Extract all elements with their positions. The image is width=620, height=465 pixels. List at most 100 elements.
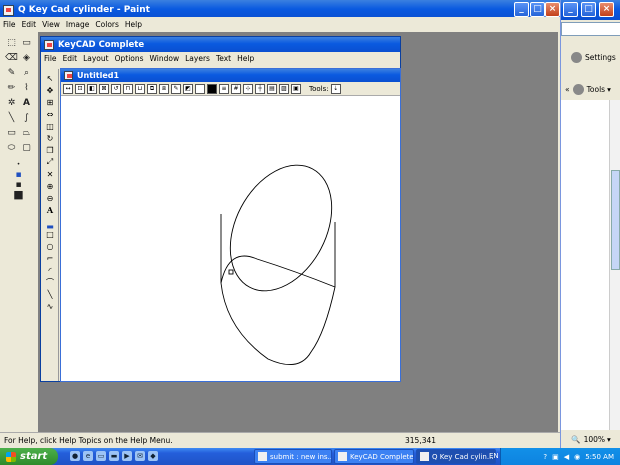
tools-button[interactable]: « Tools ▾ [565,84,611,95]
kc-menu-help[interactable]: Help [234,54,257,63]
text-tool-icon[interactable]: A [19,96,34,109]
drawing-canvas[interactable] [61,97,400,381]
snap-icon[interactable]: ⊹ [243,83,253,94]
language-indicator[interactable]: EN [489,452,499,460]
rectangle-tool-icon[interactable]: ▭ [4,126,19,139]
ie-icon[interactable]: e [83,451,93,461]
kc-menu-window[interactable]: Window [147,54,183,63]
pan-icon[interactable]: ✥ [44,85,56,95]
zoom-previous-icon[interactable]: ◧ [87,83,97,94]
browser-minimize-button[interactable]: _ [563,2,578,17]
volume-icon[interactable]: ◀ [564,453,569,461]
airbrush-icon[interactable]: ✲ [4,96,19,109]
color-picker-icon[interactable]: ✎ [4,66,19,79]
menu-image[interactable]: Image [63,20,93,29]
text-icon[interactable]: A [44,205,56,215]
unlock-icon[interactable]: ⊔ [135,83,145,94]
white-swatch-icon[interactable] [195,83,205,94]
kc-menu-layers[interactable]: Layers [182,54,213,63]
move-icon[interactable]: ⇔ [44,109,56,119]
browser-scrollbar[interactable] [609,100,620,430]
scale-icon[interactable]: ⤢ [44,157,56,167]
line-width-icon[interactable]: ≡ [219,83,229,94]
minimize-button[interactable]: _ [514,2,529,17]
start-button[interactable]: start [0,448,58,465]
fill-color-icon[interactable]: ◩ [183,83,193,94]
zoom-in-icon[interactable]: ⊕ [44,181,56,191]
kc-menu-file[interactable]: File [41,54,60,63]
task-browser[interactable]: submit : new ins... [254,449,332,464]
brush-icon[interactable]: ⌇ [19,81,34,94]
task-paint[interactable]: Q Key Cad cylin... [416,449,496,464]
ungroup-icon[interactable]: ⧈ [159,83,169,94]
security-icon[interactable]: ◉ [574,453,580,461]
polyline-icon[interactable]: ⌐ [44,253,56,263]
maximize-button[interactable]: □ [530,2,545,17]
kc-menu-text[interactable]: Text [213,54,234,63]
curve-icon[interactable]: ⌒ [44,277,56,287]
redraw-icon[interactable]: ↺ [111,83,121,94]
kc-menu-layout[interactable]: Layout [80,54,112,63]
zoom-window-icon[interactable]: ⊡ [75,83,85,94]
ellipse-tool-icon[interactable]: ⬭ [4,141,19,154]
scrollbar-thumb[interactable] [611,170,620,270]
rectangle-icon[interactable]: □ [44,229,56,239]
group-icon[interactable]: ⧉ [147,83,157,94]
delete-icon[interactable]: ✕ [44,169,56,179]
clock[interactable]: 5:50 AM [585,453,614,461]
grid-icon[interactable]: # [231,83,241,94]
line-icon[interactable]: ╲ [44,289,56,299]
curve-tool-icon[interactable]: ∫ [19,111,34,124]
zoom-dropdown-icon[interactable]: ▾ [607,435,611,444]
line-tool-icon[interactable]: ╲ [4,111,19,124]
zoom-out-icon[interactable]: ⊖ [44,193,56,203]
desktop-icon[interactable]: ▭ [96,451,106,461]
menu-edit[interactable]: Edit [19,20,40,29]
kc-menu-options[interactable]: Options [112,54,147,63]
mail-icon[interactable]: ✉ [135,451,145,461]
help-icon[interactable]: ? [543,453,547,461]
layer-icon[interactable]: ▤ [267,83,277,94]
brush-size-large-icon[interactable]: ■ [11,188,26,201]
browser-address-field[interactable] [561,22,620,36]
arc-icon[interactable]: ◜ [44,265,56,275]
zoom-level[interactable]: 100% [584,435,605,444]
browser-close-button[interactable]: × [599,2,614,17]
ortho-icon[interactable]: ┼ [255,83,265,94]
menu-help[interactable]: Help [122,20,145,29]
free-select-icon[interactable]: ⬚ [4,36,19,49]
media-icon[interactable]: ▶ [122,451,132,461]
picture-icon[interactable]: ▣ [291,83,301,94]
settings-button[interactable]: Settings [571,52,616,63]
eraser-icon[interactable]: ⌫ [4,51,19,64]
rotate-icon[interactable]: ↻ [44,133,56,143]
mirror-icon[interactable]: ◫ [44,121,56,131]
pointer-icon[interactable]: ↖ [44,73,56,83]
network-icon[interactable]: ▣ [552,453,559,461]
tools-dropdown-icon[interactable]: ⇣ [330,83,341,94]
node-edit-icon[interactable]: ⊞ [44,97,56,107]
rect-select-icon[interactable]: ▭ [19,36,34,49]
copy-icon[interactable]: ❐ [44,145,56,155]
lock-icon[interactable]: ⊓ [123,83,133,94]
black-swatch-icon[interactable] [207,83,217,94]
app-icon[interactable]: ◆ [148,451,158,461]
document-title-bar[interactable]: Untitled1 [61,69,400,82]
browser-maximize-button[interactable]: □ [581,2,596,17]
kc-menu-edit[interactable]: Edit [60,54,81,63]
firefox-icon[interactable]: ● [70,451,80,461]
hatch-icon[interactable]: ▨ [279,83,289,94]
zoom-all-icon[interactable]: ⊠ [99,83,109,94]
close-button[interactable]: × [545,2,560,17]
folder-icon[interactable]: ▬ [109,451,119,461]
circle-icon[interactable]: ○ [44,241,56,251]
browser-title-bar[interactable]: _ □ × [561,0,620,20]
menu-file[interactable]: File [0,20,19,29]
menu-colors[interactable]: Colors [92,20,122,29]
menu-view[interactable]: View [39,20,63,29]
fit-view-icon[interactable]: ↔ [63,83,73,94]
task-keycad[interactable]: KeyCAD Complete [334,449,414,464]
polygon-tool-icon[interactable]: ⏢ [19,126,34,139]
keycad-title-bar[interactable]: KeyCAD Complete [41,37,400,52]
fill-icon[interactable]: ◈ [19,51,34,64]
